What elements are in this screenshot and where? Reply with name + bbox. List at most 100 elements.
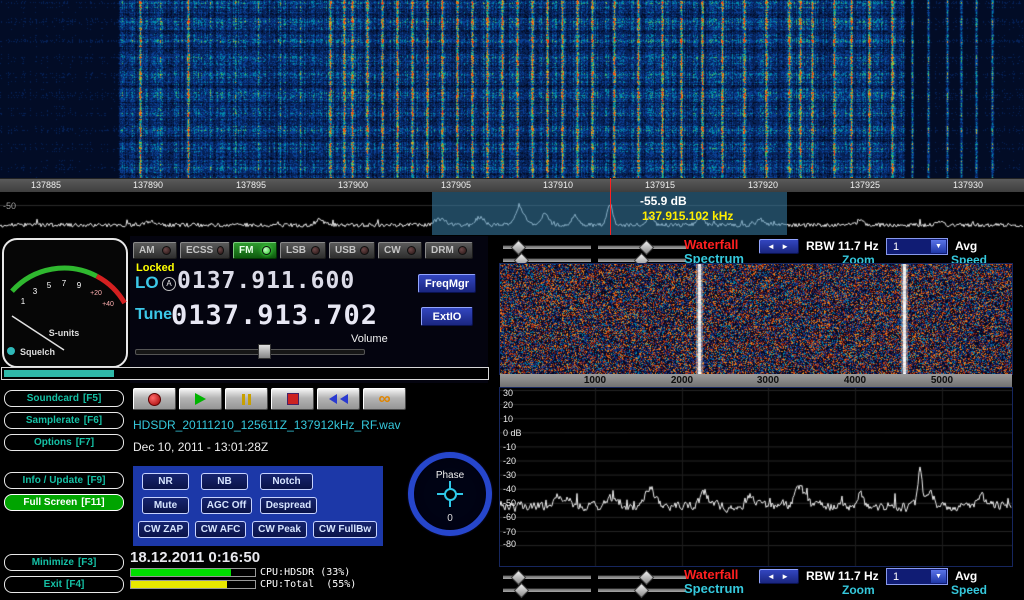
mute-button[interactable]: Mute	[142, 497, 189, 514]
mode-label: ECSS	[186, 245, 213, 256]
mode-led	[217, 246, 224, 255]
slider-thumb[interactable]	[511, 240, 527, 256]
mode-button-am[interactable]: AM	[133, 242, 177, 259]
mode-led	[311, 246, 320, 255]
mode-button-drm[interactable]: DRM	[425, 242, 473, 259]
slider-thumb[interactable]	[634, 583, 650, 599]
loop-button[interactable]: ∞	[363, 388, 406, 410]
volume-slider-thumb[interactable]	[258, 344, 271, 359]
slider-thumb[interactable]	[511, 570, 527, 586]
tune-frequency-display[interactable]: 0137.913.702	[171, 300, 378, 331]
cw-fullbw-button[interactable]: CW FullBw	[313, 521, 377, 538]
freqmgr-button[interactable]: FreqMgr	[418, 274, 476, 293]
minimize-button[interactable]: Minimize[F3]	[4, 554, 124, 571]
audio-scale-label: 2000	[662, 375, 702, 386]
chevron-down-icon[interactable]: ▼	[931, 570, 946, 583]
button-label: Info / Update	[23, 475, 84, 486]
main-waterfall-display[interactable]	[0, 0, 1024, 178]
info-update-button[interactable]: Info / Update[F9]	[4, 472, 124, 489]
extio-button[interactable]: ExtIO	[421, 307, 473, 326]
zoom-label-2: Zoom	[842, 583, 875, 597]
squelch-knob[interactable]	[7, 347, 15, 355]
clock-display: 18.12.2011 0:16:50	[130, 549, 260, 566]
cw-afc-button[interactable]: CW AFC	[195, 521, 246, 538]
db-axis-label: 30	[503, 388, 513, 398]
slider-thumb[interactable]	[514, 583, 530, 599]
options-button[interactable]: Options[F7]	[4, 434, 124, 451]
spectrum-label-2[interactable]: Spectrum	[684, 581, 744, 596]
s-units-label: S-units	[49, 328, 80, 338]
waterfall-label[interactable]: Waterfall	[684, 237, 738, 252]
nr-button[interactable]: NR	[142, 473, 189, 490]
audio-spectrum-display[interactable]: 30 20 10 0 dB -10 -20 -30 -40 -50 -60 -7…	[500, 388, 1012, 566]
mode-led	[262, 246, 271, 255]
phase-value: 0	[414, 513, 486, 524]
exit-button[interactable]: Exit [F4]	[4, 576, 124, 593]
mode-button-cw[interactable]: CW	[378, 242, 422, 259]
stop-button[interactable]	[271, 388, 314, 410]
notch-button[interactable]: Notch	[260, 473, 313, 490]
record-button[interactable]	[133, 388, 176, 410]
freq-scale-label: 137915	[636, 180, 684, 190]
cw-peak-button[interactable]: CW Peak	[252, 521, 307, 538]
pause-icon	[248, 394, 251, 405]
mode-button-usb[interactable]: USB	[329, 242, 375, 259]
pause-icon	[242, 394, 245, 405]
button-hotkey: [F6]	[84, 415, 102, 426]
fullscreen-button[interactable]: Full Screen[F11]	[4, 494, 124, 511]
cpu-total-meter	[130, 580, 256, 589]
mode-label: USB	[335, 245, 356, 256]
play-button[interactable]	[179, 388, 222, 410]
despread-button[interactable]: Despread	[260, 497, 317, 514]
s-meter-tick-label: +20	[90, 290, 102, 297]
pause-button[interactable]	[225, 388, 268, 410]
mode-button-ecss[interactable]: ECSS	[180, 242, 230, 259]
waterfall-label-2[interactable]: Waterfall	[684, 567, 738, 582]
mode-button-lsb[interactable]: LSB	[280, 242, 326, 259]
rewind-button[interactable]	[317, 388, 360, 410]
nb-button[interactable]: NB	[201, 473, 248, 490]
avg-select-2[interactable]: 1 ▼	[886, 568, 948, 585]
overview-spectrum[interactable]: -50 -55.9 dB 137.915.102 kHz	[0, 192, 1024, 235]
lo-frequency-display[interactable]: 0137.911.600	[177, 268, 355, 294]
avg-select[interactable]: 1 ▼	[886, 238, 948, 255]
chevron-down-icon[interactable]: ▼	[931, 240, 946, 253]
level-bar-fill	[4, 370, 114, 377]
audio-waterfall-display[interactable]	[500, 264, 1012, 374]
rewind-icon	[329, 394, 337, 404]
button-hotkey: [F9]	[87, 475, 105, 486]
freq-scale-label: 137910	[534, 180, 582, 190]
rewind-icon	[340, 394, 348, 404]
zoom-arrows-button[interactable]: ◄ ►	[759, 239, 799, 254]
speed-label-2: Speed	[951, 583, 987, 597]
db-axis-label: -40	[503, 484, 516, 494]
mode-label: CW	[384, 245, 401, 256]
cpu-total-text: CPU:Total (55%)	[260, 579, 356, 590]
mode-button-fm[interactable]: FM	[233, 242, 277, 259]
button-hotkey: [F7]	[76, 437, 94, 448]
hdsdr-window: 137885 137890 137895 137900 137905 13791…	[0, 0, 1024, 600]
s-meter-tick-label: 9	[77, 281, 82, 290]
lo-lock-badge[interactable]: A	[162, 277, 176, 291]
freq-scale-label: 137920	[739, 180, 787, 190]
zoom-arrows-button-2[interactable]: ◄ ►	[759, 569, 799, 584]
db-axis-label: -70	[503, 527, 516, 537]
frequency-scale[interactable]: 137885 137890 137895 137900 137905 13791…	[0, 178, 1024, 193]
audio-scale-label: 1000	[575, 375, 615, 386]
db-axis-label: -50	[503, 498, 516, 508]
soundcard-button[interactable]: Soundcard[F5]	[4, 390, 124, 407]
audio-frequency-scale[interactable]: 1000 2000 3000 4000 5000	[500, 374, 1012, 388]
samplerate-button[interactable]: Samplerate[F6]	[4, 412, 124, 429]
button-hotkey: [F4]	[66, 579, 84, 590]
tuning-cursor[interactable]	[610, 178, 611, 235]
db-axis-label: 10	[503, 414, 513, 424]
cw-zap-button[interactable]: CW ZAP	[138, 521, 189, 538]
cpu-hdsdr-meter	[130, 568, 256, 577]
agc-button[interactable]: AGC Off	[201, 497, 252, 514]
s-meter[interactable]: 1 3 5 7 9 +20 +40 S-units Squelch	[2, 238, 128, 368]
button-label: Exit	[44, 579, 62, 590]
stop-icon	[287, 393, 299, 405]
button-hotkey: [F5]	[83, 393, 101, 404]
level-bar[interactable]	[1, 367, 489, 380]
volume-slider-track[interactable]	[135, 349, 365, 355]
